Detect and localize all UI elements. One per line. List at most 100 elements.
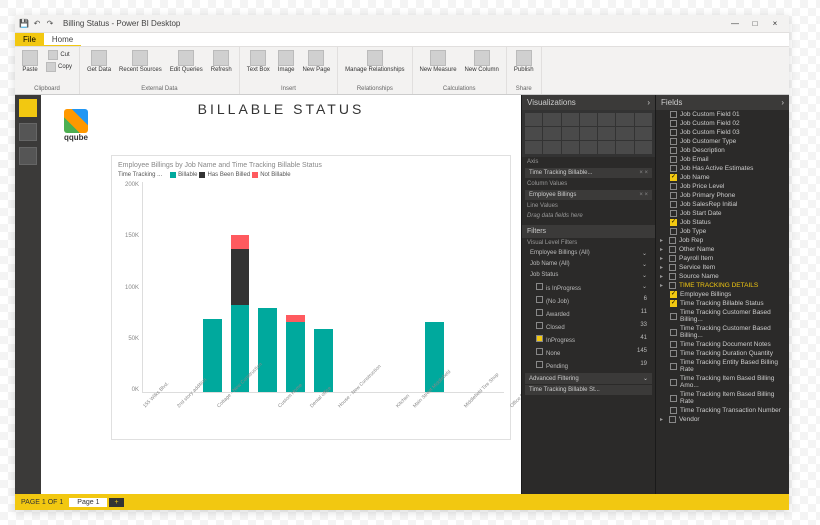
field-item[interactable]: Employee Billings bbox=[656, 290, 789, 299]
recent-sources-button[interactable]: Recent Sources bbox=[116, 49, 165, 74]
field-item[interactable]: Job Custom Field 02 bbox=[656, 119, 789, 128]
filter-item[interactable]: Job Name (All)⌄ bbox=[522, 259, 655, 270]
image-button[interactable]: Image bbox=[275, 49, 298, 74]
viz-type-icon[interactable] bbox=[580, 113, 597, 126]
field-item[interactable]: Time Tracking Document Notes bbox=[656, 340, 789, 349]
copy-button[interactable]: Copy bbox=[43, 61, 75, 73]
model-view-button[interactable] bbox=[19, 147, 37, 165]
text-box-button[interactable]: Text Box bbox=[244, 49, 273, 74]
field-item[interactable]: Job Status bbox=[656, 218, 789, 227]
field-item[interactable]: Time Tracking Transaction Number bbox=[656, 406, 789, 415]
viz-type-icon[interactable] bbox=[525, 141, 542, 154]
filter-item[interactable]: InProgress41 bbox=[522, 333, 655, 346]
viz-type-icon[interactable] bbox=[562, 141, 579, 154]
tab-home[interactable]: Home bbox=[44, 33, 81, 46]
titlebar: 💾 ↶ ↷ Billing Status - Power BI Desktop … bbox=[15, 15, 789, 33]
field-item[interactable]: ▸Job Rep bbox=[656, 236, 789, 245]
viz-type-icon[interactable] bbox=[562, 127, 579, 140]
field-item[interactable]: Job Primary Phone bbox=[656, 191, 789, 200]
filter-item[interactable]: Pending19 bbox=[522, 359, 655, 372]
axis-field-well[interactable]: Time Tracking Billable...× × bbox=[525, 168, 652, 178]
field-item[interactable]: Job Custom Field 01 bbox=[656, 110, 789, 119]
field-item[interactable]: ▸Source Name bbox=[656, 272, 789, 281]
filter-field-bottom[interactable]: Time Tracking Billable St... bbox=[525, 385, 652, 395]
viz-type-icon[interactable] bbox=[580, 127, 597, 140]
column-field-well[interactable]: Employee Billings× × bbox=[525, 190, 652, 200]
viz-type-icon[interactable] bbox=[616, 141, 633, 154]
publish-button[interactable]: Publish bbox=[511, 49, 537, 74]
report-canvas[interactable]: qqube BILLABLE STATUS Employee Billings … bbox=[41, 95, 521, 494]
data-view-button[interactable] bbox=[19, 123, 37, 141]
field-item[interactable]: Job Description bbox=[656, 146, 789, 155]
viz-gallery[interactable] bbox=[522, 110, 655, 157]
field-item[interactable]: Job Custom Field 03 bbox=[656, 128, 789, 137]
field-item[interactable]: Job Price Level bbox=[656, 182, 789, 191]
qat-save-icon[interactable]: 💾 bbox=[19, 19, 29, 29]
field-item[interactable]: Job Name bbox=[656, 173, 789, 182]
filter-item[interactable]: (No Job)6 bbox=[522, 294, 655, 307]
viz-type-icon[interactable] bbox=[562, 113, 579, 126]
add-page-button[interactable]: + bbox=[109, 498, 123, 507]
qat-redo-icon[interactable]: ↷ bbox=[45, 19, 55, 29]
viz-type-icon[interactable] bbox=[635, 113, 652, 126]
viz-type-icon[interactable] bbox=[543, 113, 560, 126]
field-item[interactable]: Job Has Active Estimates bbox=[656, 164, 789, 173]
refresh-button[interactable]: Refresh bbox=[208, 49, 235, 74]
maximize-button[interactable]: □ bbox=[745, 19, 765, 28]
field-item[interactable]: Job SalesRep Initial bbox=[656, 200, 789, 209]
field-item[interactable]: Job Email bbox=[656, 155, 789, 164]
report-view-button[interactable] bbox=[19, 99, 37, 117]
filter-item[interactable]: Awarded11 bbox=[522, 307, 655, 320]
field-item[interactable]: ▸Other Name bbox=[656, 245, 789, 254]
minimize-button[interactable]: — bbox=[725, 19, 745, 28]
field-item[interactable]: ▸TIME TRACKING DETAILS bbox=[656, 281, 789, 290]
new-measure-button[interactable]: New Measure bbox=[417, 49, 460, 74]
field-item[interactable]: Time Tracking Customer Based Billing... bbox=[656, 324, 789, 340]
viz-type-icon[interactable] bbox=[525, 113, 542, 126]
cut-button[interactable]: Cut bbox=[43, 49, 75, 61]
collapse-icon[interactable]: › bbox=[781, 98, 784, 107]
field-item[interactable]: ▸Payroll Item bbox=[656, 254, 789, 263]
field-item[interactable]: Time Tracking Item Based Billing Rate bbox=[656, 390, 789, 406]
paste-button[interactable]: Paste bbox=[19, 49, 41, 74]
field-item[interactable]: Time Tracking Item Based Billing Amo... bbox=[656, 374, 789, 390]
edit-queries-button[interactable]: Edit Queries bbox=[167, 49, 206, 74]
new-column-button[interactable]: New Column bbox=[462, 49, 502, 74]
filter-item[interactable]: None145 bbox=[522, 346, 655, 359]
collapse-icon[interactable]: › bbox=[647, 98, 650, 107]
field-item[interactable]: Job Start Date bbox=[656, 209, 789, 218]
close-button[interactable]: × bbox=[765, 19, 785, 28]
new-page-button[interactable]: New Page bbox=[299, 49, 333, 74]
viz-type-icon[interactable] bbox=[580, 141, 597, 154]
filter-item[interactable]: Closed33 bbox=[522, 320, 655, 333]
viz-type-icon[interactable] bbox=[616, 127, 633, 140]
viz-type-icon[interactable] bbox=[543, 141, 560, 154]
chart-visual[interactable]: Employee Billings by Job Name and Time T… bbox=[111, 155, 511, 440]
manage-relationships-button[interactable]: Manage Relationships bbox=[342, 49, 407, 74]
viz-type-icon[interactable] bbox=[635, 141, 652, 154]
field-item[interactable]: Job Type bbox=[656, 227, 789, 236]
field-item[interactable]: Time Tracking Duration Quantity bbox=[656, 349, 789, 358]
field-item[interactable]: Time Tracking Entity Based Billing Rate bbox=[656, 358, 789, 374]
get-data-button[interactable]: Get Data bbox=[84, 49, 114, 74]
viz-type-icon[interactable] bbox=[525, 127, 542, 140]
advanced-filtering[interactable]: Advanced Filtering⌄ bbox=[525, 373, 652, 384]
page-tab[interactable]: Page 1 bbox=[69, 498, 107, 507]
viz-type-icon[interactable] bbox=[598, 113, 615, 126]
viz-type-icon[interactable] bbox=[635, 127, 652, 140]
field-item[interactable]: Job Customer Type bbox=[656, 137, 789, 146]
line-well-placeholder[interactable]: Drag data fields here bbox=[522, 211, 655, 221]
filter-item[interactable]: is InProgress⌄ bbox=[522, 281, 655, 294]
viz-type-icon[interactable] bbox=[616, 113, 633, 126]
tab-file[interactable]: File bbox=[15, 33, 44, 46]
filter-item[interactable]: Job Status⌄ bbox=[522, 270, 655, 281]
field-item[interactable]: Time Tracking Customer Based Billing... bbox=[656, 308, 789, 324]
filter-item[interactable]: Employee Billings (All)⌄ bbox=[522, 248, 655, 259]
viz-type-icon[interactable] bbox=[598, 127, 615, 140]
field-item[interactable]: ▸Vendor bbox=[656, 415, 789, 424]
field-item[interactable]: Time Tracking Billable Status bbox=[656, 299, 789, 308]
viz-type-icon[interactable] bbox=[543, 127, 560, 140]
field-item[interactable]: ▸Service Item bbox=[656, 263, 789, 272]
qat-undo-icon[interactable]: ↶ bbox=[32, 19, 42, 29]
viz-type-icon[interactable] bbox=[598, 141, 615, 154]
